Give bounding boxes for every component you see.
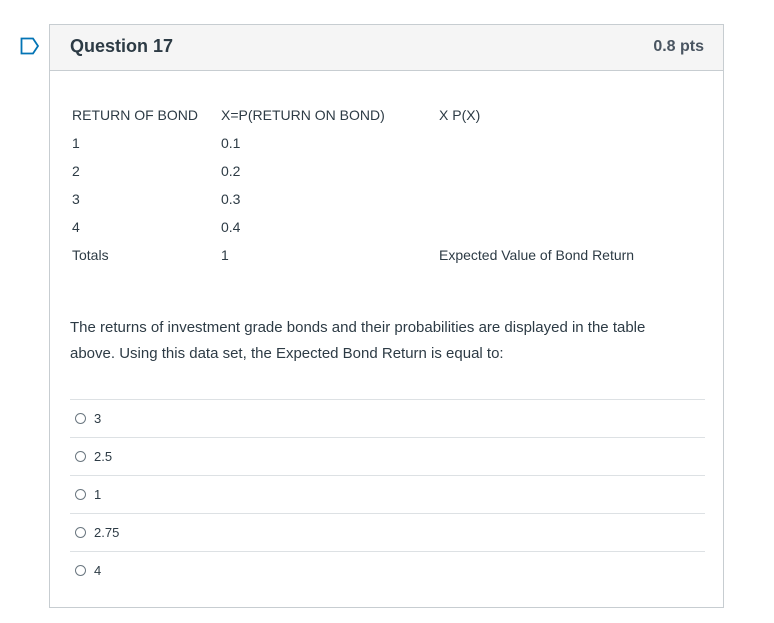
answer-option[interactable]: 4: [70, 551, 705, 589]
table-cell: 2: [72, 163, 80, 179]
table-cell: 3: [72, 191, 80, 207]
radio-button[interactable]: [75, 413, 86, 424]
table-cell: 0.1: [221, 135, 241, 151]
table-cell: Totals: [72, 247, 109, 263]
answer-label[interactable]: 2.75: [94, 525, 119, 540]
table-cell: 0.3: [221, 191, 241, 207]
radio-button[interactable]: [75, 527, 86, 538]
radio-button[interactable]: [75, 565, 86, 576]
question-header: Question 17 0.8 pts: [50, 25, 723, 71]
table-cell: 0.4: [221, 219, 241, 235]
table-row: 2 0.2: [70, 157, 671, 185]
table-cell: 1: [72, 135, 80, 151]
table-cell: 0.2: [221, 163, 241, 179]
answer-option[interactable]: 1: [70, 475, 705, 513]
table-header-cell: X=P(RETURN ON BOND): [221, 107, 385, 123]
bond-return-table: RETURN OF BOND X=P(RETURN ON BOND) X P(X…: [70, 101, 671, 269]
answer-option[interactable]: 2.5: [70, 437, 705, 475]
table-cell: [437, 185, 671, 213]
table-row: 4 0.4: [70, 213, 671, 241]
question-prompt: The returns of investment grade bonds an…: [70, 319, 646, 362]
question-title: Question 17: [70, 36, 174, 56]
question-card: Question 17 0.8 pts RETURN OF BOND X=P(R…: [49, 24, 724, 608]
answer-label[interactable]: 3: [94, 411, 101, 426]
table-row: 3 0.3: [70, 185, 671, 213]
table-totals-row: Totals 1 Expected Value of Bond Return: [70, 241, 671, 269]
table-cell: 4: [72, 219, 80, 235]
answer-option[interactable]: 3: [70, 399, 705, 437]
radio-button[interactable]: [75, 489, 86, 500]
table-cell: [437, 213, 671, 241]
radio-button[interactable]: [75, 451, 86, 462]
question-points: 0.8 pts: [653, 38, 704, 55]
table-row: 1 0.1: [70, 129, 671, 157]
table-header-row: RETURN OF BOND X=P(RETURN ON BOND) X P(X…: [70, 101, 671, 129]
table-cell: Expected Value of Bond Return: [439, 247, 635, 263]
answer-list: 3 2.5 1 2.75 4: [70, 399, 705, 589]
table-cell: [437, 157, 671, 185]
answer-option[interactable]: 2.75: [70, 513, 705, 551]
table-header-cell: RETURN OF BOND: [72, 107, 198, 123]
answer-label[interactable]: 4: [94, 563, 101, 578]
answer-label[interactable]: 2.5: [94, 449, 112, 464]
flag-question-icon[interactable]: [20, 37, 40, 55]
table-cell: 1: [221, 247, 229, 263]
table-cell: [437, 129, 671, 157]
answer-label[interactable]: 1: [94, 487, 101, 502]
table-header-cell: X P(X): [439, 107, 481, 123]
